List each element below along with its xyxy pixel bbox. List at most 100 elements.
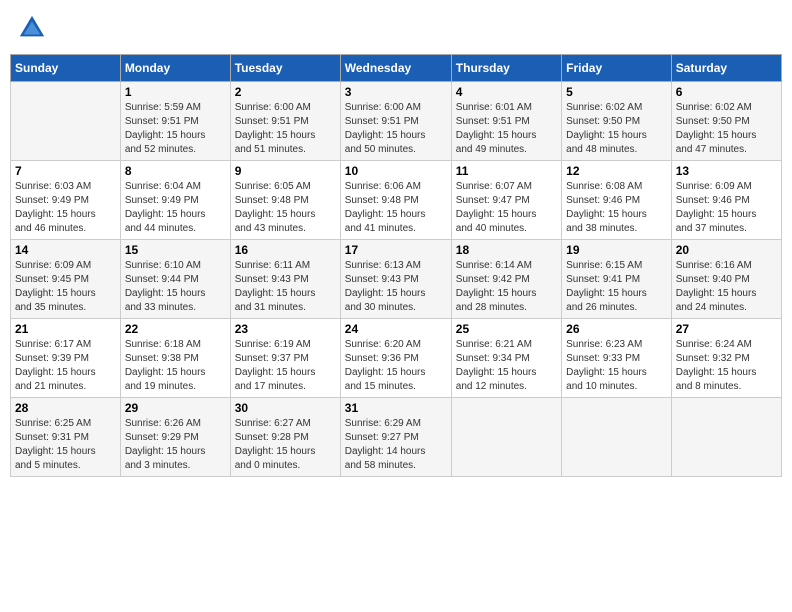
calendar-cell: 4Sunrise: 6:01 AM Sunset: 9:51 PM Daylig… — [451, 82, 561, 161]
day-number: 5 — [566, 85, 667, 99]
day-number: 9 — [235, 164, 336, 178]
day-info: Sunrise: 6:27 AM Sunset: 9:28 PM Dayligh… — [235, 417, 336, 473]
day-number: 25 — [456, 322, 557, 336]
day-number: 20 — [676, 243, 777, 257]
calendar-cell: 10 Sunrise: 6:06 AM Sunset: 9:48 PM Dayli… — [340, 161, 451, 240]
day-number: 28 — [15, 401, 116, 415]
calendar-cell — [671, 398, 781, 477]
calendar-cell: 1Sunrise: 5:59 AM Sunset: 9:51 PM Daylig… — [120, 82, 230, 161]
day-number: 11 — [456, 164, 557, 178]
day-info: Sunrise: 6:14 AM Sunset: 9:42 PM Dayligh… — [456, 259, 557, 315]
day-info: Sunrise: 6:09 AM Sunset: 9:45 PM Dayligh… — [15, 259, 116, 315]
calendar-cell: 7 Sunrise: 6:03 AM Sunset: 9:49 PM Daylig… — [11, 161, 121, 240]
day-number: 1 — [125, 85, 226, 99]
day-info: Sunrise: 6:21 AM Sunset: 9:34 PM Dayligh… — [456, 338, 557, 394]
day-info: Sunrise: 6:08 AM Sunset: 9:46 PM Dayligh… — [566, 180, 667, 236]
day-info: Sunrise: 6:29 AM Sunset: 9:27 PM Dayligh… — [345, 417, 447, 473]
day-info: Sunrise: 6:07 AM Sunset: 9:47 PM Dayligh… — [456, 180, 557, 236]
calendar-cell: 3 Sunrise: 6:00 AM Sunset: 9:51 PM Daylig… — [340, 82, 451, 161]
day-info: Sunrise: 6:03 AM Sunset: 9:49 PM Dayligh… — [15, 180, 116, 236]
day-info: Sunrise: 6:13 AM Sunset: 9:43 PM Dayligh… — [345, 259, 447, 315]
day-info: Sunrise: 6:00 AM Sunset: 9:51 PM Dayligh… — [345, 101, 447, 157]
calendar-cell: 29 Sunrise: 6:26 AM Sunset: 9:29 PM Dayli… — [120, 398, 230, 477]
calendar-cell: 31 Sunrise: 6:29 AM Sunset: 9:27 PM Dayli… — [340, 398, 451, 477]
column-header-sunday: Sunday — [11, 55, 121, 82]
day-info: Sunrise: 6:15 AM Sunset: 9:41 PM Dayligh… — [566, 259, 667, 315]
day-info: Sunrise: 6:05 AM Sunset: 9:48 PM Dayligh… — [235, 180, 336, 236]
calendar-cell: 26Sunrise: 6:23 AM Sunset: 9:33 PM Dayli… — [562, 319, 672, 398]
day-info: Sunrise: 6:04 AM Sunset: 9:49 PM Dayligh… — [125, 180, 226, 236]
day-number: 12 — [566, 164, 667, 178]
day-info: Sunrise: 6:25 AM Sunset: 9:31 PM Dayligh… — [15, 417, 116, 473]
calendar-week-row: 1Sunrise: 5:59 AM Sunset: 9:51 PM Daylig… — [11, 82, 782, 161]
column-header-wednesday: Wednesday — [340, 55, 451, 82]
day-info: Sunrise: 6:16 AM Sunset: 9:40 PM Dayligh… — [676, 259, 777, 315]
calendar-cell: 16 Sunrise: 6:11 AM Sunset: 9:43 PM Dayli… — [230, 240, 340, 319]
day-number: 18 — [456, 243, 557, 257]
day-info: Sunrise: 6:06 AM Sunset: 9:48 PM Dayligh… — [345, 180, 447, 236]
column-header-monday: Monday — [120, 55, 230, 82]
day-info: Sunrise: 6:02 AM Sunset: 9:50 PM Dayligh… — [566, 101, 667, 157]
calendar-week-row: 14 Sunrise: 6:09 AM Sunset: 9:45 PM Dayli… — [11, 240, 782, 319]
day-number: 7 — [15, 164, 116, 178]
day-number: 21 — [15, 322, 116, 336]
calendar-cell: 5 Sunrise: 6:02 AM Sunset: 9:50 PM Daylig… — [562, 82, 672, 161]
day-info: Sunrise: 6:23 AM Sunset: 9:33 PM Dayligh… — [566, 338, 667, 394]
calendar-cell: 28 Sunrise: 6:25 AM Sunset: 9:31 PM Dayli… — [11, 398, 121, 477]
day-info: Sunrise: 6:19 AM Sunset: 9:37 PM Dayligh… — [235, 338, 336, 394]
column-header-friday: Friday — [562, 55, 672, 82]
day-number: 24 — [345, 322, 447, 336]
day-info: Sunrise: 6:10 AM Sunset: 9:44 PM Dayligh… — [125, 259, 226, 315]
calendar-cell: 18 Sunrise: 6:14 AM Sunset: 9:42 PM Dayli… — [451, 240, 561, 319]
calendar-cell: 12 Sunrise: 6:08 AM Sunset: 9:46 PM Dayli… — [562, 161, 672, 240]
day-number: 29 — [125, 401, 226, 415]
day-number: 6 — [676, 85, 777, 99]
calendar-cell — [11, 82, 121, 161]
calendar-cell: 9 Sunrise: 6:05 AM Sunset: 9:48 PM Daylig… — [230, 161, 340, 240]
day-number: 27 — [676, 322, 777, 336]
day-number: 14 — [15, 243, 116, 257]
calendar-cell: 14 Sunrise: 6:09 AM Sunset: 9:45 PM Dayli… — [11, 240, 121, 319]
day-number: 4 — [456, 85, 557, 99]
calendar-cell — [451, 398, 561, 477]
calendar-cell: 23Sunrise: 6:19 AM Sunset: 9:37 PM Dayli… — [230, 319, 340, 398]
day-number: 19 — [566, 243, 667, 257]
logo — [18, 14, 50, 42]
calendar-cell: 13Sunrise: 6:09 AM Sunset: 9:46 PM Dayli… — [671, 161, 781, 240]
calendar-cell: 30Sunrise: 6:27 AM Sunset: 9:28 PM Dayli… — [230, 398, 340, 477]
calendar-cell: 19 Sunrise: 6:15 AM Sunset: 9:41 PM Dayli… — [562, 240, 672, 319]
calendar-cell: 17 Sunrise: 6:13 AM Sunset: 9:43 PM Dayli… — [340, 240, 451, 319]
calendar-week-row: 7 Sunrise: 6:03 AM Sunset: 9:49 PM Daylig… — [11, 161, 782, 240]
day-number: 3 — [345, 85, 447, 99]
day-number: 2 — [235, 85, 336, 99]
day-number: 10 — [345, 164, 447, 178]
calendar-header: SundayMondayTuesdayWednesdayThursdayFrid… — [11, 55, 782, 82]
calendar-cell: 15 Sunrise: 6:10 AM Sunset: 9:44 PM Dayli… — [120, 240, 230, 319]
calendar-week-row: 21Sunrise: 6:17 AM Sunset: 9:39 PM Dayli… — [11, 319, 782, 398]
day-number: 8 — [125, 164, 226, 178]
calendar-week-row: 28 Sunrise: 6:25 AM Sunset: 9:31 PM Dayli… — [11, 398, 782, 477]
calendar-cell: 21Sunrise: 6:17 AM Sunset: 9:39 PM Dayli… — [11, 319, 121, 398]
day-info: Sunrise: 6:11 AM Sunset: 9:43 PM Dayligh… — [235, 259, 336, 315]
calendar-cell — [562, 398, 672, 477]
calendar-cell: 22 Sunrise: 6:18 AM Sunset: 9:38 PM Dayli… — [120, 319, 230, 398]
day-number: 31 — [345, 401, 447, 415]
calendar-cell: 20 Sunrise: 6:16 AM Sunset: 9:40 PM Dayli… — [671, 240, 781, 319]
calendar-cell: 27 Sunrise: 6:24 AM Sunset: 9:32 PM Dayli… — [671, 319, 781, 398]
day-info: Sunrise: 6:26 AM Sunset: 9:29 PM Dayligh… — [125, 417, 226, 473]
column-header-tuesday: Tuesday — [230, 55, 340, 82]
day-headers-row: SundayMondayTuesdayWednesdayThursdayFrid… — [11, 55, 782, 82]
day-number: 16 — [235, 243, 336, 257]
calendar-cell: 2Sunrise: 6:00 AM Sunset: 9:51 PM Daylig… — [230, 82, 340, 161]
day-number: 22 — [125, 322, 226, 336]
calendar-table: SundayMondayTuesdayWednesdayThursdayFrid… — [10, 54, 782, 477]
calendar-cell: 6Sunrise: 6:02 AM Sunset: 9:50 PM Daylig… — [671, 82, 781, 161]
day-info: Sunrise: 6:20 AM Sunset: 9:36 PM Dayligh… — [345, 338, 447, 394]
day-info: Sunrise: 6:24 AM Sunset: 9:32 PM Dayligh… — [676, 338, 777, 394]
day-info: Sunrise: 6:18 AM Sunset: 9:38 PM Dayligh… — [125, 338, 226, 394]
day-number: 17 — [345, 243, 447, 257]
page-header — [10, 10, 782, 46]
day-info: Sunrise: 6:09 AM Sunset: 9:46 PM Dayligh… — [676, 180, 777, 236]
calendar-cell: 25 Sunrise: 6:21 AM Sunset: 9:34 PM Dayli… — [451, 319, 561, 398]
day-number: 15 — [125, 243, 226, 257]
